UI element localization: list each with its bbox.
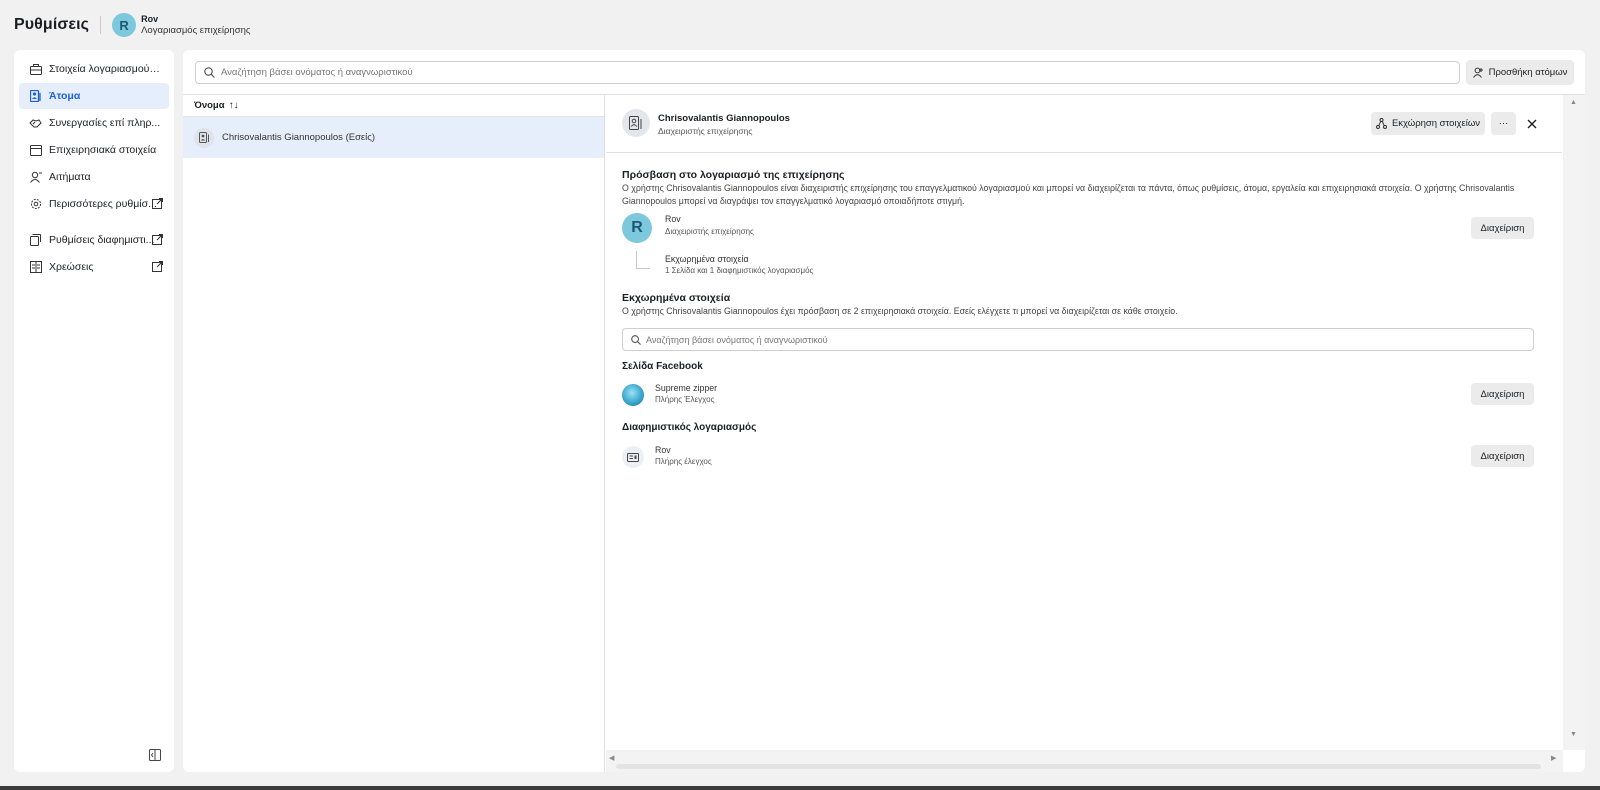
ad-account-access: Πλήρης έλεγχος <box>655 457 712 466</box>
access-person-name: Rov <box>665 214 681 224</box>
sidebar-item-label: Περισσότερες ρυθμίσ... <box>49 198 157 210</box>
share-nodes-icon <box>1375 118 1387 129</box>
assets-search-input[interactable]: Αναζήτηση βάσει ονόματος ή αναγνωριστικο… <box>622 328 1534 351</box>
access-person-role: Διαχειριστής επιχείρησης <box>665 227 754 236</box>
main-panel: Αναζήτηση βάσει ονόματος ή αναγνωριστικο… <box>183 50 1585 772</box>
access-section-description: Ο χρήστης Chrisovalantis Giannopoulos εί… <box>622 183 1515 206</box>
add-person-icon <box>1472 67 1483 78</box>
assets-search-placeholder: Αναζήτηση βάσει ονόματος ή αναγνωριστικο… <box>646 334 828 345</box>
top-bar: Ρυθμίσεις R Rov Λογαριασμός επιχείρησης <box>0 0 1600 50</box>
search-icon <box>631 334 641 345</box>
account-name: Rov <box>141 14 159 24</box>
detail-person-name: Chrisovalantis Giannopoulos <box>658 113 790 124</box>
ad-account-group-title: Διαφημιστικός λογαριασμός <box>622 422 757 433</box>
list-item-name: Chrisovalantis Giannopoulos (Εσείς) <box>222 132 376 143</box>
sidebar-item-requests[interactable]: Αιτήματα <box>19 164 169 190</box>
sidebar: Στοιχεία λογαριασμού ε... Άτομα Συνεργασ… <box>14 50 174 772</box>
ads-settings-icon <box>29 234 42 247</box>
sidebar-item-billing[interactable]: Χρεώσεις <box>19 254 169 280</box>
briefcase-icon <box>29 63 42 76</box>
facebook-page-name: Supreme zipper <box>655 383 718 393</box>
search-placeholder: Αναζήτηση βάσει ονόματος ή αναγνωριστικο… <box>221 67 413 78</box>
external-link-icon <box>152 198 163 209</box>
assigned-assets-summary: 1 Σελίδα και 1 διαφημιστικός λογαριασμός <box>665 266 814 275</box>
facebook-page-access: Πλήρης Έλεγχος <box>655 395 715 404</box>
vertical-scrollbar[interactable]: ▲ ▼ <box>1563 95 1585 750</box>
account-avatar[interactable]: R <box>112 13 137 37</box>
horizontal-scrollbar[interactable]: ◀ ▶ <box>606 750 1563 772</box>
assign-assets-label: Εκχώρηση στοιχείων <box>1391 118 1481 129</box>
people-search-input[interactable]: Αναζήτηση βάσει ονόματος ή αναγνωριστικο… <box>195 61 1460 84</box>
header-divider <box>100 16 102 34</box>
scroll-up-icon[interactable]: ▲ <box>1570 99 1577 106</box>
ad-account-icon <box>622 446 644 468</box>
access-section-title: Πρόσβαση στο λογαριασμό της επιχείρησης <box>622 169 845 181</box>
assets-section-title: Εκχωρημένα στοιχεία <box>622 292 731 304</box>
account-switcher[interactable]: Rov Λογαριασμός επιχείρησης <box>141 13 250 37</box>
sidebar-item-people[interactable]: Άτομα <box>19 83 169 109</box>
people-icon <box>29 90 42 103</box>
scrollbar-thumb[interactable] <box>616 764 1541 769</box>
manage-access-button[interactable]: Διαχείριση <box>1471 217 1534 239</box>
sidebar-item-label: Αιτήματα <box>49 171 91 183</box>
avatar: R <box>622 213 652 243</box>
page-title: Ρυθμίσεις <box>14 16 90 33</box>
collapse-sidebar-icon[interactable] <box>149 748 163 762</box>
sidebar-item-label: Στοιχεία λογαριασμού ε... <box>49 63 161 75</box>
detail-person-role: Διαχειριστής επιχείρησης <box>658 126 753 136</box>
search-icon <box>204 67 215 78</box>
sidebar-item-account-info[interactable]: Στοιχεία λογαριασμού ε... <box>19 56 169 82</box>
scroll-down-icon[interactable]: ▼ <box>1570 731 1577 738</box>
external-link-icon <box>152 261 163 272</box>
assets-section-description: Ο χρήστης Chrisovalantis Giannopoulos έχ… <box>622 306 1178 316</box>
account-type: Λογαριασμός επιχείρησης <box>141 25 251 36</box>
person-card-icon <box>194 127 214 148</box>
add-people-label: Προσθήκη ατόμων <box>1488 67 1568 78</box>
ad-account-name: Rov <box>655 445 671 455</box>
manage-facebook-page-button[interactable]: Διαχείριση <box>1471 383 1534 405</box>
detail-content: Πρόσβαση στο λογαριασμό της επιχείρησης … <box>606 154 1562 750</box>
scroll-left-icon[interactable]: ◀ <box>609 754 614 762</box>
person-request-icon <box>29 171 42 184</box>
add-people-button[interactable]: Προσθήκη ατόμων <box>1466 60 1574 85</box>
taskbar-edge <box>0 786 1600 790</box>
close-icon <box>1527 119 1537 128</box>
handshake-icon <box>29 117 42 130</box>
close-button[interactable] <box>1522 112 1542 135</box>
more-icon: ··· <box>1498 118 1509 129</box>
assigned-assets-link[interactable]: Εκχωρημένα στοιχεία <box>665 254 749 264</box>
sidebar-item-label: Χρεώσεις <box>49 261 94 273</box>
sidebar-item-business-assets[interactable]: Επιχειρησιακά στοιχεία <box>19 137 169 163</box>
assign-assets-button[interactable]: Εκχώρηση στοιχείων <box>1371 112 1485 135</box>
sidebar-item-partnerships[interactable]: Συνεργασίες επί πληρ... <box>19 110 169 136</box>
manage-ad-account-button[interactable]: Διαχείριση <box>1471 445 1534 467</box>
tree-connector <box>636 251 650 269</box>
sidebar-item-label: Συνεργασίες επί πληρ... <box>49 117 161 129</box>
people-list: Όνομα ↑↓ Chrisovalantis Giannopoulos (Εσ… <box>183 95 605 772</box>
person-detail-pane: Chrisovalantis Giannopoulos Διαχειριστής… <box>606 95 1585 772</box>
sidebar-item-label: Επιχειρησιακά στοιχεία <box>49 144 157 156</box>
facebook-page-group-title: Σελίδα Facebook <box>622 361 703 372</box>
sidebar-item-label: Άτομα <box>49 90 81 102</box>
name-column-header[interactable]: Όνομα ↑↓ <box>183 95 604 117</box>
list-item[interactable]: Chrisovalantis Giannopoulos (Εσείς) <box>183 117 604 158</box>
billing-icon <box>29 261 42 274</box>
external-link-icon <box>152 234 163 245</box>
sidebar-item-more-settings[interactable]: Περισσότερες ρυθμίσ... <box>19 191 169 217</box>
facebook-page-icon <box>622 384 644 406</box>
sidebar-item-label: Ρυθμίσεις διαφημιστι... <box>49 234 155 246</box>
sort-icon[interactable]: ↑↓ <box>229 100 239 111</box>
more-options-button[interactable]: ··· <box>1491 112 1516 135</box>
column-header-label: Όνομα <box>194 100 225 111</box>
scroll-right-icon[interactable]: ▶ <box>1551 754 1556 762</box>
assets-icon <box>29 144 42 157</box>
gear-icon <box>29 198 42 211</box>
sidebar-item-ads-settings[interactable]: Ρυθμίσεις διαφημιστι... <box>19 227 169 253</box>
detail-header: Chrisovalantis Giannopoulos Διαχειριστής… <box>606 95 1562 153</box>
person-card-icon <box>622 109 650 137</box>
